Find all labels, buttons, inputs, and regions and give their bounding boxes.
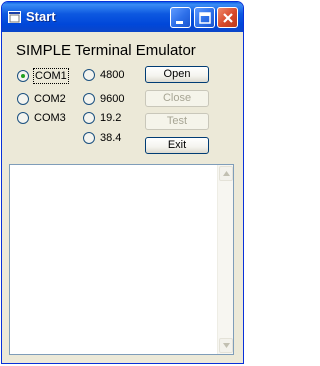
radio-circle (17, 70, 29, 82)
arrow-up-icon (223, 171, 230, 176)
scroll-down-button[interactable] (219, 338, 233, 353)
title-bar[interactable]: Start (2, 2, 243, 32)
vertical-scrollbar[interactable] (217, 165, 233, 354)
radio-circle (83, 69, 95, 81)
scroll-up-button[interactable] (219, 166, 233, 181)
start-window: Start SIMPLE Terminal Emulator COM1 COM2 (1, 1, 244, 364)
radio-circle (83, 93, 95, 105)
radio-label: COM3 (34, 112, 66, 124)
radio-label: COM2 (34, 93, 66, 105)
radio-circle (17, 93, 29, 105)
window-title: Start (26, 9, 56, 24)
radio-label: 38.4 (100, 132, 122, 144)
radio-circle (17, 112, 29, 124)
maximize-icon (199, 12, 211, 24)
radio-label: 4800 (100, 69, 125, 81)
radio-circle (83, 112, 95, 124)
app-title: SIMPLE Terminal Emulator (16, 42, 196, 59)
radio-label: 19.2 (100, 112, 122, 124)
app-icon (8, 11, 21, 23)
close-icon (223, 13, 233, 23)
minimize-icon (176, 21, 183, 24)
close-button[interactable] (217, 7, 238, 28)
radio-label: COM1 (33, 68, 69, 84)
radio-circle (83, 132, 95, 144)
test-button[interactable]: Test (145, 113, 209, 130)
radio-selected-dot (21, 74, 25, 78)
minimize-button[interactable] (170, 7, 191, 28)
terminal-output[interactable] (9, 164, 234, 355)
exit-button[interactable]: Exit (145, 137, 209, 154)
maximize-button[interactable] (194, 7, 215, 28)
open-button[interactable]: Open (145, 66, 209, 83)
close-port-button[interactable]: Close (145, 90, 209, 107)
arrow-down-icon (223, 343, 230, 348)
radio-label: 9600 (100, 93, 125, 105)
